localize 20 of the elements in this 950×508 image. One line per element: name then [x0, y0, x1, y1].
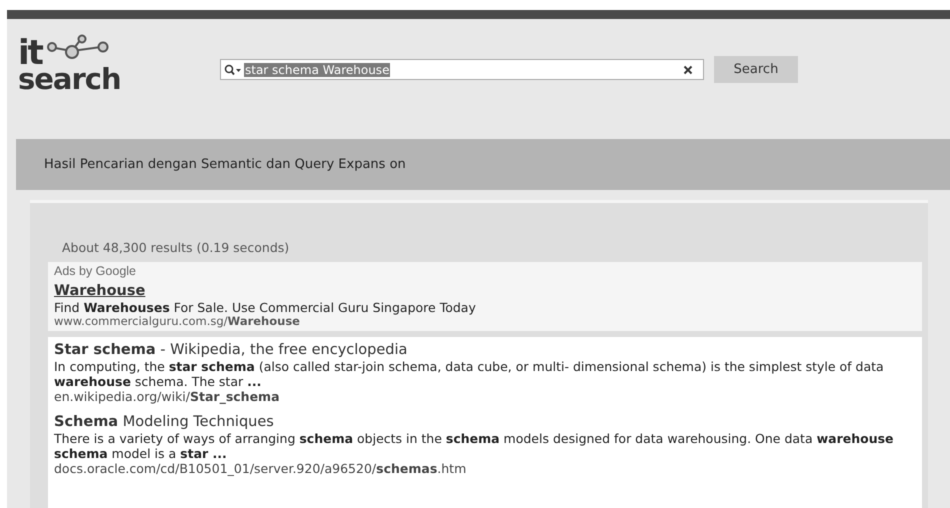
clear-icon[interactable]: [683, 64, 693, 74]
search-field[interactable]: star schema Warehouse: [220, 59, 704, 80]
result-snippet: In computing, the star schema (also called star-join schema, data cube, or multi- dimensional schema) is the simplest style of data warehouse schema. The star ...: [54, 359, 885, 389]
result-stats: About 48,300 results (0.19 seconds): [61, 239, 290, 257]
result-title-link[interactable]: Schema Modeling Techniques: [54, 413, 916, 431]
logo-text: search: [18, 66, 122, 92]
ads-label: Ads by Google: [54, 264, 137, 278]
ad-url: www.commercialguru.com.sg/Warehouse: [54, 315, 301, 327]
ad-snippet: Find Warehouses For Sale. Use Commercial Guru Singapore Today: [54, 300, 477, 315]
logo-text: it: [18, 40, 42, 66]
result-url: docs.oracle.com/cd/B10501_01/server.920/a96520/schemas.htm: [54, 461, 468, 477]
ad-title-link[interactable]: Warehouse: [54, 283, 916, 300]
search-button[interactable]: Search: [714, 56, 798, 83]
search-icon: [224, 64, 242, 76]
result-title-link[interactable]: Star schema - Wikipedia, the free encyclopedia: [54, 341, 916, 359]
network-icon: [46, 34, 110, 60]
search-query: star schema Warehouse: [244, 62, 390, 76]
result-url: en.wikipedia.org/wiki/Star_schema: [54, 389, 281, 405]
banner-text: Hasil Pencarian dengan Semantic dan Query Expans on: [44, 157, 406, 172]
result-snippet: There is a variety of ways of arranging schema objects in the schema models designed for data warehousing. One data warehouse schema model is a star ...: [54, 431, 895, 461]
